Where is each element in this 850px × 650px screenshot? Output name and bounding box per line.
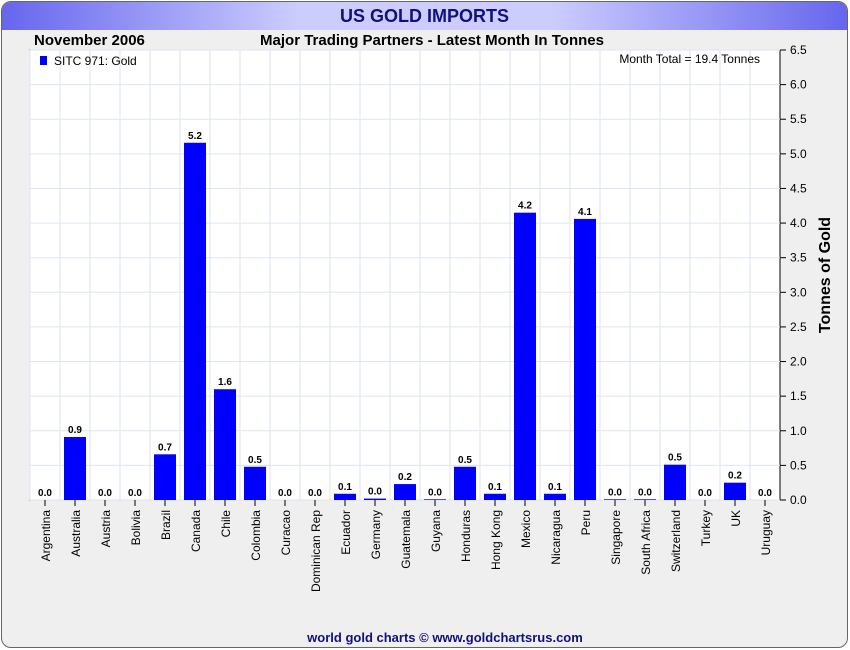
bar-value-label: 0.0 [128, 488, 142, 499]
x-tick-label: Hong Kong [489, 510, 503, 570]
month-total-annotation: Month Total = 19.4 Tonnes [619, 52, 760, 66]
bar-value-label: 0.1 [488, 482, 502, 493]
bar-value-label: 0.2 [398, 472, 412, 483]
bar-value-label: 0.0 [368, 487, 382, 498]
bar-value-label: 5.2 [188, 131, 202, 142]
y-tick-label: 0.5 [790, 458, 807, 472]
x-tick-label: Singapore [609, 510, 623, 565]
x-tick-label: Chile [219, 510, 233, 538]
y-tick-label: 6.5 [790, 43, 807, 57]
x-tick-label: Austria [99, 510, 113, 548]
x-tick-label: Uruguay [759, 510, 773, 555]
bar-value-label: 0.5 [458, 455, 472, 466]
y-tick-label: 6.0 [790, 78, 807, 92]
x-tick-label: Switzerland [669, 510, 683, 572]
plot-area [29, 49, 781, 501]
bar [364, 498, 386, 500]
x-tick-label: Argentina [39, 510, 53, 562]
bar [574, 218, 596, 500]
x-tick-label: South Africa [639, 510, 653, 575]
y-tick-label: 2.0 [790, 355, 807, 369]
bar [634, 499, 656, 500]
x-tick-label: Australia [69, 510, 83, 557]
bar [454, 466, 476, 500]
chart-title: Major Trading Partners - Latest Month In… [260, 32, 604, 49]
bar-value-label: 0.0 [278, 488, 292, 499]
bar [64, 437, 86, 500]
bar-value-label: 4.2 [518, 201, 532, 212]
x-tick-label: Nicaragua [549, 510, 563, 565]
footer-credit: world gold charts © www.goldchartsrus.co… [306, 630, 583, 645]
bar [484, 493, 506, 500]
x-tick-label: Canada [189, 510, 203, 552]
bar [214, 389, 236, 500]
x-tick-label: Ecuador [339, 510, 353, 555]
bar-value-label: 0.5 [668, 453, 682, 464]
y-axis-label: Tonnes of Gold [817, 217, 834, 333]
bar-value-label: 0.7 [158, 442, 172, 453]
bar-value-label: 4.1 [578, 207, 592, 218]
x-tick-label: Peru [579, 510, 593, 535]
y-tick-label: 3.5 [790, 251, 807, 265]
bar-value-label: 0.0 [698, 488, 712, 499]
bar [334, 493, 356, 500]
y-tick-label: 2.5 [790, 320, 807, 334]
bar [544, 493, 566, 500]
period-label: November 2006 [34, 32, 145, 49]
chart: November 2006 Major Trading Partners - L… [29, 32, 834, 645]
bar-value-label: 1.6 [218, 377, 232, 388]
x-tick-label: Honduras [459, 510, 473, 562]
x-tick-label: Dominican Rep [309, 510, 323, 592]
bar-value-label: 0.5 [248, 455, 262, 466]
bar [244, 466, 266, 500]
bar-value-label: 0.0 [98, 488, 112, 499]
x-tick-label: Brazil [159, 510, 173, 540]
bar [724, 482, 746, 500]
bar [394, 484, 416, 500]
bar [424, 499, 446, 500]
bar [514, 212, 536, 500]
x-tick-label: Curacao [279, 510, 293, 556]
y-tick-label: 1.0 [790, 424, 807, 438]
bar [184, 142, 206, 500]
y-tick-label: 4.5 [790, 181, 807, 195]
bar-value-label: 0.2 [728, 471, 742, 482]
legend-swatch [40, 56, 47, 65]
x-tick-label: Guatemala [399, 510, 413, 569]
bar-value-label: 0.9 [68, 425, 82, 436]
bar [154, 454, 176, 500]
bar-value-label: 0.0 [608, 487, 622, 498]
bar-value-label: 0.0 [428, 487, 442, 498]
y-tick-label: 0.0 [790, 493, 807, 507]
y-tick-label: 4.0 [790, 216, 807, 230]
y-tick-label: 1.5 [790, 389, 807, 403]
x-tick-label: Guyana [429, 510, 443, 552]
y-tick-label: 3.0 [790, 285, 807, 299]
x-tick-label: Turkey [699, 510, 713, 546]
x-tick-label: Germany [369, 510, 383, 559]
bar-value-label: 0.1 [548, 482, 562, 493]
x-tick-label: Bolivia [129, 510, 143, 546]
bar-value-label: 0.0 [308, 488, 322, 499]
y-tick-label: 5.0 [790, 147, 807, 161]
bar-value-label: 0.0 [638, 487, 652, 498]
bar-value-label: 0.1 [338, 482, 352, 493]
x-tick-label: Colombia [249, 510, 263, 561]
x-tick-label: UK [729, 510, 743, 527]
bar-value-label: 0.0 [38, 488, 52, 499]
bar-value-label: 0.0 [758, 488, 772, 499]
bar [664, 464, 686, 500]
y-tick-label: 5.5 [790, 112, 807, 126]
legend-label: SITC 971: Gold [54, 54, 137, 68]
bar [604, 499, 626, 500]
x-tick-label: Mexico [519, 510, 533, 548]
